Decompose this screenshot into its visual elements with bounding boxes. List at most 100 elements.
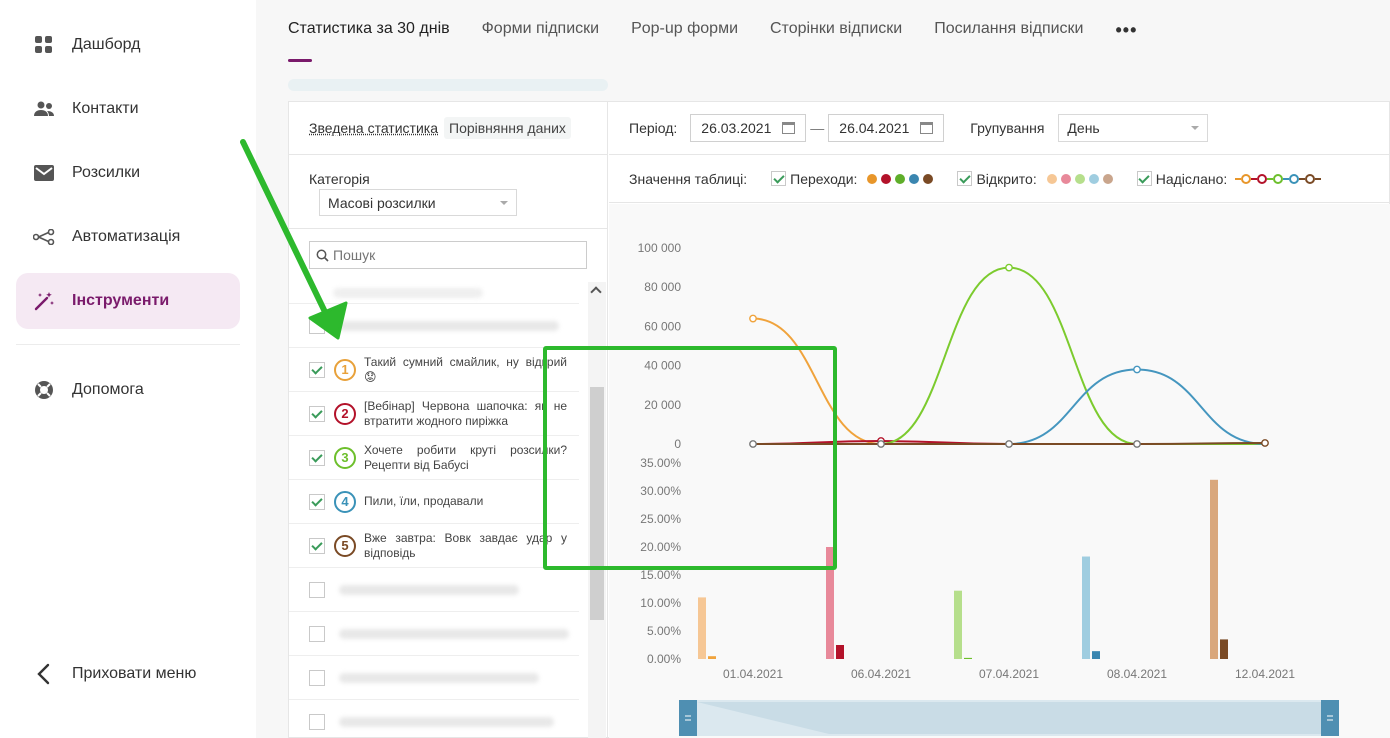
sidebar-item-label: Контакти bbox=[72, 100, 139, 117]
campaign-title: Вже завтра: Вовк завдає удар у відповідь bbox=[364, 530, 567, 560]
tab-popup-forms[interactable]: Pop-up форми bbox=[631, 20, 738, 52]
campaign-number-badge: 2 bbox=[334, 402, 356, 425]
scroll-up-icon[interactable] bbox=[590, 286, 602, 298]
campaign-title: Хочете робити круті розсилки? Рецепти ві… bbox=[364, 442, 567, 472]
campaign-row-1[interactable]: 1 Такий сумний смайлик, ну відкрий 😟 bbox=[289, 348, 579, 392]
date-to-field[interactable]: 26.04.2021 bbox=[828, 114, 945, 142]
mail-icon bbox=[32, 161, 56, 185]
y-tick-label: 35.00% bbox=[640, 456, 681, 470]
list-scrollbar[interactable] bbox=[588, 282, 606, 738]
list-item[interactable] bbox=[289, 568, 579, 612]
search-icon bbox=[316, 249, 329, 262]
compare-data-button[interactable]: Порівняння даних bbox=[444, 117, 571, 139]
tab-statistics[interactable]: Статистика за 30 днів bbox=[288, 20, 450, 62]
list-item[interactable] bbox=[289, 612, 579, 656]
campaign-checkbox[interactable] bbox=[309, 537, 325, 554]
legend-dot bbox=[1088, 173, 1099, 184]
campaign-row-2[interactable]: 2 [Вебінар] Червона шапочка: як не втрат… bbox=[289, 392, 579, 436]
campaign-checkbox[interactable] bbox=[309, 493, 325, 510]
legend-dot bbox=[1074, 173, 1085, 184]
legend-opened[interactable]: Відкрито: bbox=[957, 170, 1113, 187]
blurred-item bbox=[339, 584, 519, 595]
legend-opened-checkbox[interactable] bbox=[957, 171, 973, 186]
campaign-number-badge: 5 bbox=[334, 534, 356, 557]
list-item bbox=[289, 282, 579, 304]
summary-stats-link[interactable]: Зведена статистика bbox=[309, 120, 438, 136]
legend-sent[interactable]: Надіслано: bbox=[1136, 171, 1322, 187]
sidebar-item-contacts[interactable]: Контакти bbox=[16, 81, 240, 137]
legend-dot bbox=[867, 173, 878, 184]
campaign-checkbox[interactable] bbox=[309, 361, 325, 378]
date-from-field[interactable]: 26.03.2021 bbox=[690, 114, 807, 142]
campaign-checkbox[interactable] bbox=[309, 317, 325, 334]
chevron-down-icon bbox=[500, 200, 508, 205]
tabs-more-icon[interactable]: ••• bbox=[1115, 20, 1137, 52]
sidebar-item-automation[interactable]: Автоматизація bbox=[16, 209, 240, 265]
category-block: Категорія Масові розсилки bbox=[289, 155, 607, 229]
sidebar-item-tools[interactable]: Інструменти bbox=[16, 273, 240, 329]
data-point bbox=[1133, 440, 1141, 448]
data-point bbox=[1133, 365, 1141, 374]
legend-opened-label: Відкрито: bbox=[976, 170, 1037, 187]
campaign-checkbox[interactable] bbox=[309, 449, 325, 466]
search-input[interactable] bbox=[333, 247, 573, 263]
campaign-checkbox[interactable] bbox=[309, 625, 325, 642]
legend-clicks-label: Переходи: bbox=[790, 170, 858, 187]
x-tick-label: 12.04.2021 bbox=[1235, 667, 1295, 681]
data-point bbox=[1261, 439, 1269, 447]
chevron-left-icon bbox=[32, 662, 56, 686]
chevron-down-icon bbox=[1191, 126, 1200, 130]
legend-ring bbox=[1241, 173, 1252, 184]
x-tick-label: 01.04.2021 bbox=[723, 667, 783, 681]
sidebar-item-dashboard[interactable]: Дашборд bbox=[16, 17, 240, 73]
legend-dot bbox=[881, 173, 892, 184]
campaign-number-badge: 4 bbox=[334, 490, 356, 513]
y-tick-label: 10.00% bbox=[640, 596, 681, 610]
contacts-icon bbox=[32, 97, 56, 121]
campaign-row-4[interactable]: 4 Пили, їли, продавали bbox=[289, 480, 579, 524]
bar bbox=[1082, 556, 1090, 659]
scrollbar-thumb[interactable] bbox=[590, 387, 604, 620]
legend-dot bbox=[909, 173, 920, 184]
category-select[interactable]: Масові розсилки bbox=[319, 189, 517, 216]
x-tick-label: 08.04.2021 bbox=[1107, 667, 1167, 681]
tab-unsubscribe-links[interactable]: Посилання відписки bbox=[934, 20, 1083, 52]
campaign-number-badge: 3 bbox=[334, 446, 356, 469]
legend-clicks-checkbox[interactable] bbox=[771, 171, 787, 186]
list-item[interactable] bbox=[289, 304, 579, 348]
bar bbox=[1092, 651, 1100, 659]
y-tick-label: 20 000 bbox=[644, 398, 681, 412]
filters-bar: Період: 26.03.2021 — 26.04.2021 Групуван… bbox=[609, 102, 1390, 155]
sidebar-item-help[interactable]: Допомога bbox=[16, 362, 240, 418]
tab-subscription-forms[interactable]: Форми підписки bbox=[482, 20, 599, 52]
legend-sent-checkbox[interactable] bbox=[1136, 171, 1152, 186]
data-point bbox=[1005, 440, 1013, 448]
campaign-checkbox[interactable] bbox=[309, 405, 325, 422]
tab-unsubscribe-pages[interactable]: Сторінки відписки bbox=[770, 20, 902, 52]
bar bbox=[708, 656, 716, 659]
date-separator: — bbox=[810, 120, 825, 136]
campaign-checkbox[interactable] bbox=[309, 581, 325, 598]
campaign-row-5[interactable]: 5 Вже завтра: Вовк завдає удар у відпові… bbox=[289, 524, 579, 568]
grouping-select[interactable]: День bbox=[1058, 114, 1209, 142]
campaign-title: Пили, їли, продавали bbox=[364, 494, 484, 508]
legend-label: Значення таблиці: bbox=[629, 170, 748, 187]
sidebar-item-label: Допомога bbox=[72, 381, 144, 398]
collapse-menu-button[interactable]: Приховати меню bbox=[16, 646, 240, 702]
calendar-icon bbox=[782, 122, 796, 134]
campaign-checkbox[interactable] bbox=[309, 669, 325, 686]
legend-dot bbox=[1102, 173, 1113, 184]
sidebar-item-label: Автоматизація bbox=[72, 228, 181, 245]
list-item[interactable] bbox=[289, 700, 579, 738]
campaign-row-3[interactable]: 3 Хочете робити круті розсилки? Рецепти … bbox=[289, 436, 579, 480]
bar bbox=[698, 597, 706, 659]
list-item[interactable] bbox=[289, 656, 579, 700]
legend-clicks[interactable]: Переходи: bbox=[771, 170, 934, 187]
bar bbox=[964, 657, 972, 659]
legend-dot bbox=[923, 173, 934, 184]
bar bbox=[1210, 479, 1218, 659]
sidebar-item-campaigns[interactable]: Розсилки bbox=[16, 145, 240, 201]
campaign-checkbox[interactable] bbox=[309, 713, 325, 730]
dashboard-icon bbox=[32, 33, 56, 57]
legend-ring bbox=[1257, 173, 1268, 184]
